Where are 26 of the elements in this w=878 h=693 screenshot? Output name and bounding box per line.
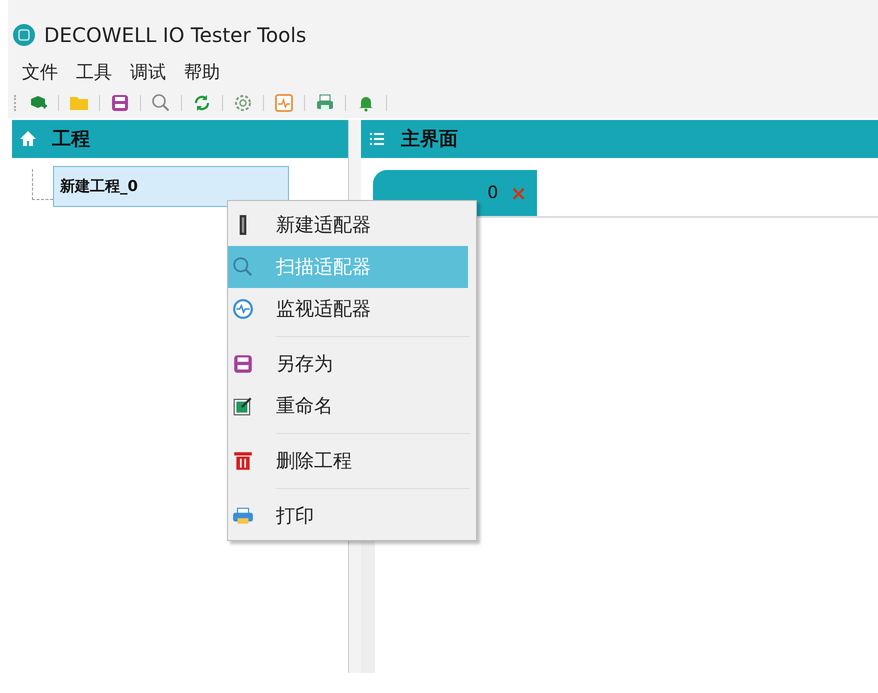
menu-item[interactable]: 监视适配器 — [228, 288, 468, 330]
trash-icon — [232, 450, 254, 472]
menu-item[interactable]: 工具 — [76, 60, 112, 88]
save-icon[interactable] — [110, 93, 130, 113]
pulse-icon[interactable] — [274, 93, 294, 113]
panel-title: 工程 — [52, 127, 90, 152]
edit-icon — [232, 395, 254, 417]
menu-item[interactable]: 删除工程 — [228, 440, 468, 482]
menu-item[interactable]: 调试 — [130, 60, 166, 88]
app-logo-icon — [12, 23, 36, 47]
home-icon — [18, 129, 38, 149]
menu-item[interactable]: 帮助 — [184, 60, 220, 88]
tree-item[interactable]: 新建工程_0 — [53, 166, 289, 207]
refresh-icon[interactable] — [192, 93, 212, 113]
search-icon — [232, 256, 254, 278]
menu-item[interactable]: 另存为 — [228, 343, 468, 385]
panel-title: 主界面 — [401, 127, 458, 152]
menu-item[interactable]: 文件 — [22, 60, 58, 88]
menu-item[interactable]: 打印 — [228, 495, 468, 537]
menu-item[interactable]: 重命名 — [228, 385, 468, 427]
window-title: DECOWELL IO Tester Tools — [44, 23, 306, 47]
settings-icon[interactable] — [233, 93, 253, 113]
pulse-icon — [232, 298, 254, 320]
search-icon[interactable] — [151, 93, 171, 113]
save-icon — [232, 353, 254, 375]
printer-icon[interactable] — [315, 93, 335, 113]
